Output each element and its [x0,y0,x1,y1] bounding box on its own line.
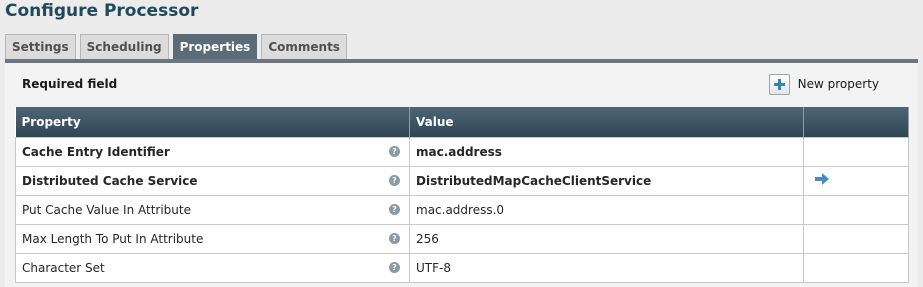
property-value[interactable]: 256 [409,223,804,254]
tab-comments[interactable]: Comments [261,34,347,59]
help-icon[interactable]: ? [389,146,400,157]
property-name: Distributed Cache Service [22,173,198,188]
property-name-cell: Cache Entry Identifier ? [15,136,410,167]
property-name: Character Set [22,260,105,275]
tab-properties[interactable]: Properties [172,34,258,59]
arrow-right-icon[interactable] [815,173,829,188]
table-header-row: Property Value [15,107,909,137]
properties-panel: Required field New property Property Val… [5,63,918,287]
table-row: Distributed Cache Service ? DistributedM… [15,165,909,196]
properties-table: Property Value Cache Entry Identifier ? … [15,107,909,283]
property-name-cell: Put Cache Value In Attribute ? [15,194,410,225]
property-actions-cell [803,136,909,167]
new-property-button[interactable]: New property [768,73,879,95]
property-name-cell: Character Set ? [15,252,410,283]
property-name-cell: Distributed Cache Service ? [15,165,410,196]
property-value[interactable]: DistributedMapCacheClientService [409,165,804,196]
help-icon[interactable]: ? [389,175,400,186]
help-icon[interactable]: ? [389,204,400,215]
column-header-value[interactable]: Value [409,107,804,137]
tab-settings[interactable]: Settings [5,34,76,59]
tab-bar: Settings Scheduling Properties Comments [5,34,347,59]
help-icon[interactable]: ? [389,233,400,244]
column-header-actions [803,107,909,137]
property-value[interactable]: mac.address.0 [409,194,804,225]
table-row: Character Set ? UTF-8 [15,252,909,283]
table-row: Cache Entry Identifier ? mac.address [15,136,909,167]
required-field-label: Required field [22,77,118,91]
table-row: Max Length To Put In Attribute ? 256 [15,223,909,254]
property-name: Put Cache Value In Attribute [22,202,191,217]
property-actions-cell [803,194,909,225]
property-value[interactable]: mac.address [409,136,804,167]
property-name: Cache Entry Identifier [22,144,170,159]
plus-icon[interactable] [768,73,790,95]
tab-scheduling[interactable]: Scheduling [79,34,169,59]
table-row: Put Cache Value In Attribute ? mac.addre… [15,194,909,225]
property-name-cell: Max Length To Put In Attribute ? [15,223,410,254]
new-property-label: New property [797,77,879,91]
property-name: Max Length To Put In Attribute [22,231,204,246]
property-value[interactable]: UTF-8 [409,252,804,283]
property-actions-cell [803,223,909,254]
property-actions-cell [803,165,909,196]
column-header-property[interactable]: Property [15,107,410,137]
property-actions-cell [803,252,909,283]
help-icon[interactable]: ? [389,262,400,273]
dialog-title: Configure Processor [5,1,199,21]
